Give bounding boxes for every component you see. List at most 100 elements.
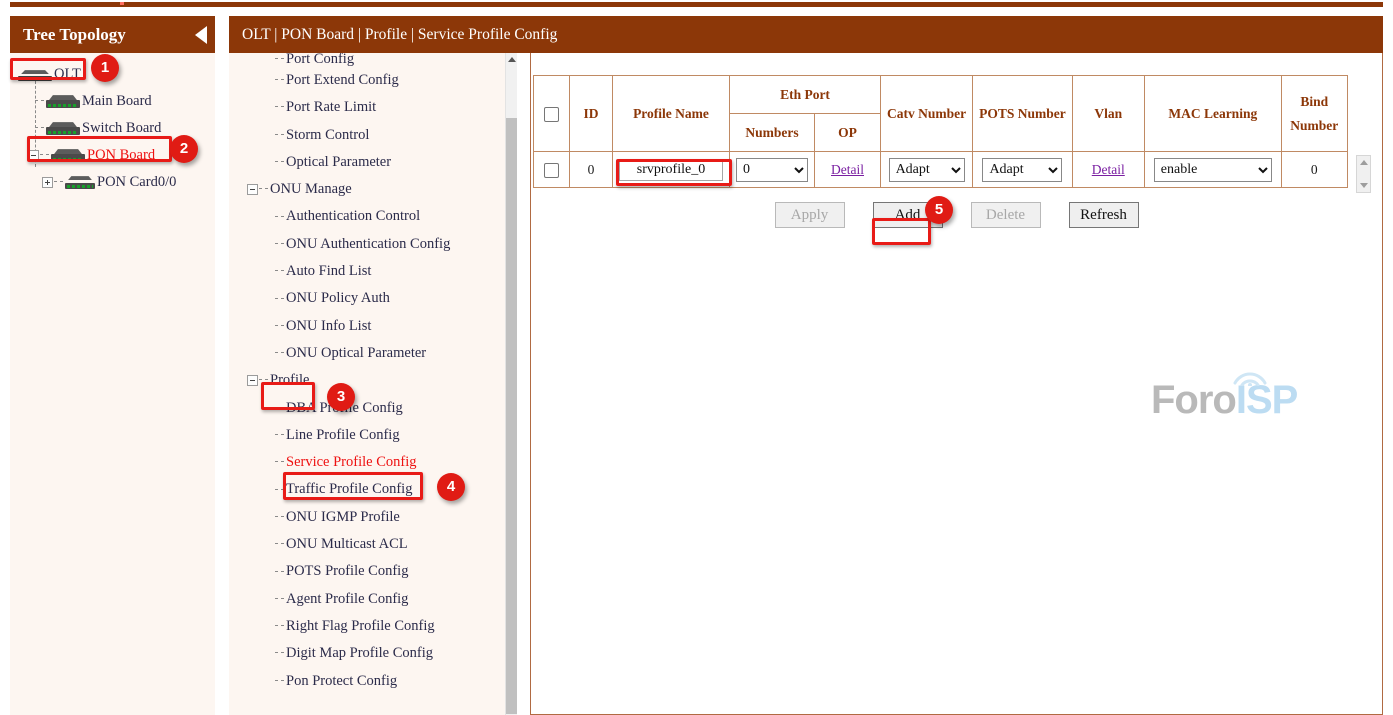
menu-item-label: Auto Find List [286,263,371,279]
tree-branch-dash [54,181,63,182]
tree-expander-minus-icon[interactable] [28,150,39,161]
menu-item-right-flag-profile-config[interactable]: Right Flag Profile Config [239,613,517,640]
menu-branch-dash [275,270,284,271]
top-strip-tick [120,2,124,5]
cell-id: 0 [570,152,613,188]
menu-item-profile[interactable]: Profile [239,367,517,394]
menu-item-digit-map-profile-config[interactable]: Digit Map Profile Config [239,640,517,667]
menu-item-pon-protect-config[interactable]: Pon Protect Config [239,668,517,695]
annotation-badge-4: 4 [437,473,465,501]
menu-branch-dash [275,461,284,462]
scroll-down-arrow-icon[interactable] [1360,183,1368,188]
menu-item-onu-igmp-profile[interactable]: ONU IGMP Profile [239,504,517,531]
header-mac-learning: MAC Learning [1144,76,1281,152]
cell-profile-name [613,152,730,188]
wifi-signal-icon [1229,362,1271,386]
menu-item-onu-policy-auth[interactable]: ONU Policy Auth [239,285,517,312]
watermark-logo: ForoISP [1151,378,1311,426]
menu-branch-dash [275,216,284,217]
menu-branch-dash [275,543,284,544]
menu-item-port-rate-limit[interactable]: Port Rate Limit [239,94,517,121]
menu-item-storm-control[interactable]: Storm Control [239,122,517,149]
menu-item-agent-profile-config[interactable]: Agent Profile Config [239,586,517,613]
menu-item-label: Port Extend Config [286,72,399,88]
select-all-checkbox[interactable] [544,107,559,122]
scroll-up-arrow-icon[interactable] [508,57,516,62]
apply-button[interactable]: Apply [775,202,845,228]
menu-item-label: Agent Profile Config [286,591,408,607]
menu-item-label: Pon Protect Config [286,673,397,689]
scroll-up-arrow-icon[interactable] [1360,160,1368,165]
tree-topology-title: Tree Topology [23,25,126,44]
menu-branch-dash [259,379,268,380]
menu-item-onu-optical-parameter[interactable]: ONU Optical Parameter [239,340,517,367]
menu-item-port-extend-config[interactable]: Port Extend Config [239,67,517,94]
eth-numbers-select[interactable]: 01234 [736,158,808,182]
cell-pots-number: Adapt012 [973,152,1073,188]
tree-node-pon-card-0-0[interactable]: PON Card0/0 [10,169,215,196]
menu-scrollbar-thumb[interactable] [506,118,517,714]
vlan-detail-link[interactable]: Detail [1092,162,1125,177]
menu-item-dba-profile-config[interactable]: DBA Profile Config [239,395,517,422]
menu-scrollbar[interactable] [505,53,517,715]
table-body: 0 01234 Detail Adapt01 Adapt012 [534,152,1348,188]
menu-branch-dash [275,243,284,244]
menu-item-service-profile-config[interactable]: Service Profile Config [239,449,517,476]
menu-branch-dash [275,652,284,653]
board-device-icon [51,149,85,162]
menu-item-label: ONU Manage [270,181,352,197]
menu-branch-dash [275,489,284,490]
tree-branch-dash [40,154,49,155]
profile-name-input[interactable] [619,159,723,181]
menu-item-authentication-control[interactable]: Authentication Control [239,203,517,230]
tree-expander-minus-icon[interactable] [247,375,258,386]
menu-branch-dash [275,571,284,572]
menu-item-label: ONU Info List [286,318,371,334]
delete-button[interactable]: Delete [971,202,1041,228]
menu-item-label: Port Rate Limit [286,99,376,115]
tree-node-main-board[interactable]: Main Board [10,88,215,115]
menu-item-onu-authentication-config[interactable]: ONU Authentication Config [239,231,517,258]
cell-eth-op: Detail [815,152,881,188]
menu-branch-dash [275,625,284,626]
menu-item-onu-manage[interactable]: ONU Manage [239,176,517,203]
menu-item-line-profile-config[interactable]: Line Profile Config [239,422,517,449]
menu-branch-dash [275,58,284,59]
menu-branch-dash [275,680,284,681]
triangle-left-icon[interactable] [195,26,207,44]
menu-item-traffic-profile-config[interactable]: Traffic Profile Config [239,476,517,503]
tree-expander-minus-icon[interactable] [247,184,258,195]
menu-item-optical-parameter[interactable]: Optical Parameter [239,149,517,176]
menu-item-label: Profile [270,372,309,388]
refresh-button[interactable]: Refresh [1069,202,1139,228]
catv-number-select[interactable]: Adapt01 [889,158,965,182]
menu-item-auto-find-list[interactable]: Auto Find List [239,258,517,285]
header-profile-name: Profile Name [613,76,730,152]
menu-branch-dash [275,434,284,435]
menu-item-onu-info-list[interactable]: ONU Info List [239,313,517,340]
table-row-scrollbar[interactable] [1356,155,1371,193]
tree-expander-plus-icon[interactable] [42,177,53,188]
menu-item-label: POTS Profile Config [286,563,408,579]
service-profile-table: ID Profile Name Eth Port Catv Number POT… [533,75,1348,188]
card-device-icon [65,176,95,189]
menu-item-label: Digit Map Profile Config [286,645,433,661]
row-checkbox[interactable] [544,163,559,178]
header-catv-number: Catv Number [881,76,973,152]
tree-node-label: Switch Board [82,120,161,136]
menu-item-label: Authentication Control [286,208,420,224]
cell-eth-numbers: 01234 [730,152,815,188]
tree-topology-header: Tree Topology [10,16,215,53]
tree-node-label: PON Board [87,147,155,163]
pots-number-select[interactable]: Adapt012 [982,158,1062,182]
header-eth-numbers: Numbers [730,114,815,152]
mac-learning-select[interactable]: enabledisable [1154,158,1272,182]
cell-bind-number: 0 [1281,152,1347,188]
menu-item-pots-profile-config[interactable]: POTS Profile Config [239,558,517,585]
menu-item-port-config[interactable]: Port Config [239,53,517,67]
eth-op-detail-link[interactable]: Detail [831,162,864,177]
table-row: 0 01234 Detail Adapt01 Adapt012 [534,152,1348,188]
navigation-menu-panel: Port Config Port Extend Config Port Rate L… [229,53,517,715]
tree-topology-panel: Tree Topology OLT Main Board Switch Boar… [10,16,215,715]
menu-item-onu-multicast-acl[interactable]: ONU Multicast ACL [239,531,517,558]
